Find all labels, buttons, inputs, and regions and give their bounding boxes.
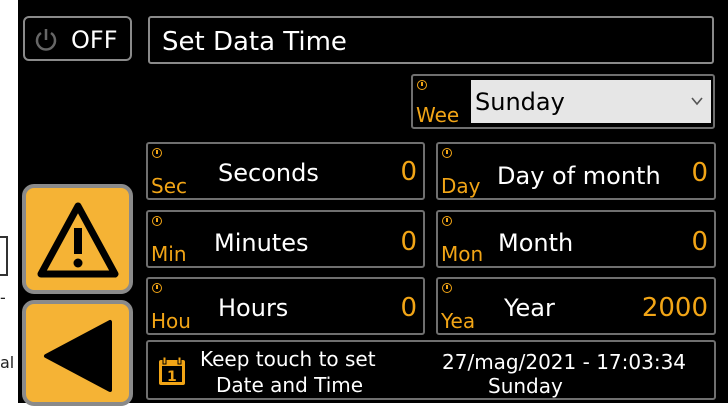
hours-field[interactable]: Hou Hours 0: [146, 277, 425, 335]
left-edge-fragment-1: -: [0, 288, 6, 307]
month-field[interactable]: Mon Month 0: [436, 210, 716, 268]
hint-line-1: Keep touch to set: [200, 347, 376, 371]
weekday-field[interactable]: Wee Sunday: [411, 74, 715, 129]
current-day-name: Sunday: [488, 374, 563, 398]
hours-abbr: Hou: [151, 309, 191, 333]
year-value: 2000: [641, 293, 708, 323]
weekday-value: Sunday: [475, 88, 565, 116]
weekday-select[interactable]: Sunday: [471, 80, 711, 123]
year-field[interactable]: Yea Year 2000: [436, 277, 716, 335]
title-bar: Set Data Time: [148, 16, 714, 64]
day-of-month-field[interactable]: Day Day of month 0: [436, 142, 716, 200]
seconds-value: 0: [400, 157, 417, 187]
back-button[interactable]: [22, 300, 133, 406]
back-arrow-icon: [44, 320, 112, 392]
month-abbr: Mon: [441, 242, 484, 266]
warning-icon: [37, 202, 119, 278]
hours-label: Hours: [218, 294, 289, 322]
power-icon: [35, 29, 57, 51]
year-label: Year: [504, 294, 555, 322]
minutes-field[interactable]: Min Minutes 0: [146, 210, 425, 268]
warning-button[interactable]: [22, 184, 133, 294]
year-abbr: Yea: [441, 309, 476, 333]
chevron-down-icon: [691, 97, 703, 106]
day-of-month-value: 0: [691, 158, 708, 188]
page-title: Set Data Time: [162, 27, 347, 57]
minutes-label: Minutes: [214, 229, 309, 257]
day-of-month-label: Day of month: [497, 162, 661, 190]
hint-line-2: Date and Time: [216, 373, 364, 397]
minutes-abbr: Min: [151, 242, 187, 266]
device-screen: OFF Set Data Time Wee Sunday Sec Seconds…: [18, 0, 728, 406]
left-edge-fragment-2: al: [0, 353, 15, 372]
power-off-button[interactable]: OFF: [23, 16, 132, 61]
day-abbr: Day: [441, 174, 481, 198]
seconds-label: Seconds: [218, 159, 319, 187]
hours-value: 0: [400, 293, 417, 323]
power-off-label: OFF: [71, 26, 118, 54]
seconds-abbr: Sec: [151, 174, 187, 198]
left-edge-box: [0, 236, 8, 276]
minutes-value: 0: [400, 227, 417, 257]
weekday-abbr: Wee: [416, 103, 460, 127]
current-datetime: 27/mag/2021 - 17:03:34: [442, 350, 687, 374]
seconds-field[interactable]: Sec Seconds 0: [146, 142, 425, 200]
set-datetime-button[interactable]: 1 Keep touch to set Date and Time 27/mag…: [146, 340, 716, 400]
month-value: 0: [691, 227, 708, 257]
month-label: Month: [498, 229, 574, 257]
calendar-digit: 1: [167, 369, 177, 385]
